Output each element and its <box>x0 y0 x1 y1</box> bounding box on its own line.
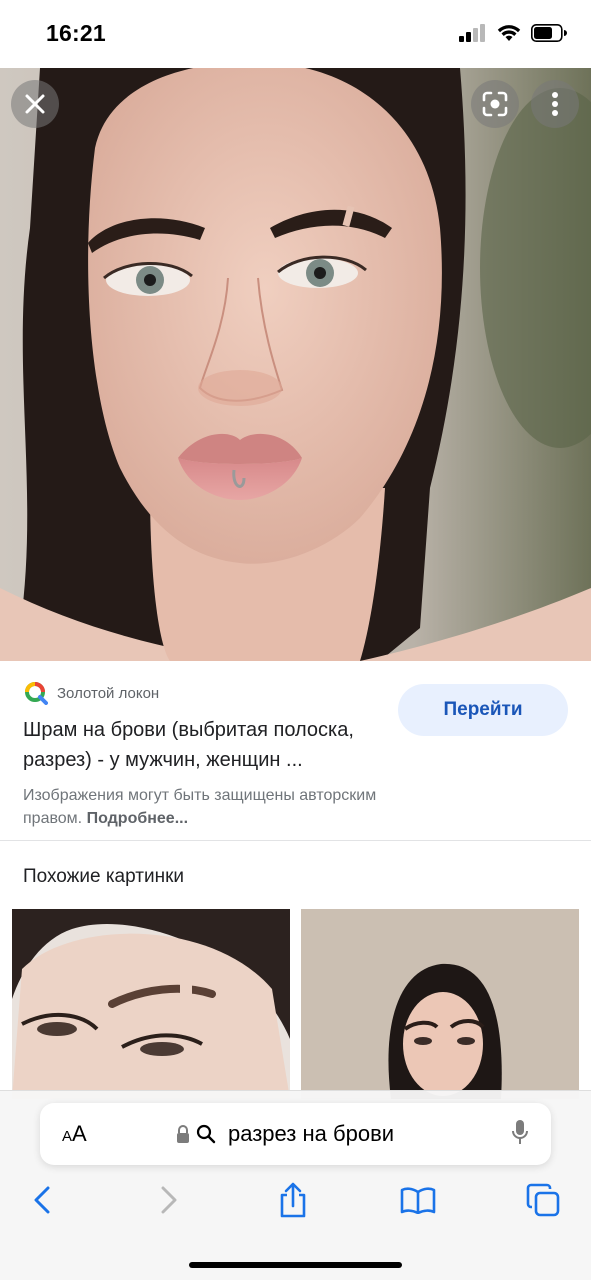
bookmarks-icon <box>400 1187 436 1214</box>
site-favicon-icon <box>25 682 48 705</box>
copyright-text: Изображения могут быть защищены авторски… <box>23 787 377 827</box>
main-photo[interactable] <box>0 68 591 661</box>
search-icon <box>196 1124 216 1144</box>
more-options-button[interactable] <box>531 80 579 128</box>
lock-icon <box>177 1125 189 1143</box>
wifi-icon <box>497 25 521 41</box>
tabs-icon <box>526 1183 560 1217</box>
address-bar[interactable]: AA разрез на брови <box>40 1103 551 1165</box>
similar-image-2[interactable] <box>301 909 579 1099</box>
address-content[interactable]: разрез на брови <box>176 1103 394 1165</box>
share-icon <box>280 1182 306 1218</box>
image-viewer[interactable] <box>0 68 591 661</box>
source-row[interactable]: Золотой локон <box>24 681 159 705</box>
source-name[interactable]: Золотой локон <box>57 685 159 702</box>
forward-button[interactable] <box>149 1180 189 1220</box>
microphone-icon[interactable] <box>511 1119 529 1147</box>
google-lens-icon <box>482 91 508 117</box>
similar-image-1[interactable] <box>12 909 290 1099</box>
url-text[interactable]: разрез на брови <box>228 1121 394 1147</box>
share-button[interactable] <box>273 1180 313 1220</box>
reader-options-button[interactable]: AA <box>62 1121 87 1147</box>
learn-more-link[interactable]: Подробнее... <box>87 810 188 827</box>
status-time: 16:21 <box>46 20 106 46</box>
back-button[interactable] <box>22 1180 62 1220</box>
bookmarks-button[interactable] <box>398 1180 438 1220</box>
copyright-notice: Изображения могут быть защищены авторски… <box>23 784 433 830</box>
result-info: Золотой локон Шрам на брови (выбритая по… <box>0 661 591 841</box>
back-icon <box>34 1186 50 1214</box>
google-lens-button[interactable] <box>471 80 519 128</box>
home-indicator[interactable] <box>189 1262 402 1268</box>
go-button[interactable]: Перейти <box>398 684 568 736</box>
forward-icon <box>161 1186 177 1214</box>
similar-image[interactable] <box>12 909 290 1099</box>
close-button[interactable] <box>11 80 59 128</box>
result-title[interactable]: Шрам на брови (выбритая полоска, разрез)… <box>23 715 388 775</box>
divider <box>0 840 591 841</box>
more-vertical-icon <box>552 92 558 116</box>
status-icons <box>459 24 567 42</box>
status-bar: 16:21 <box>0 0 591 68</box>
similar-heading: Похожие картинки <box>23 866 184 887</box>
similar-image[interactable] <box>301 909 579 1099</box>
close-icon <box>25 94 45 114</box>
cellular-signal-icon <box>459 24 485 42</box>
tabs-button[interactable] <box>523 1180 563 1220</box>
battery-icon <box>531 24 567 42</box>
